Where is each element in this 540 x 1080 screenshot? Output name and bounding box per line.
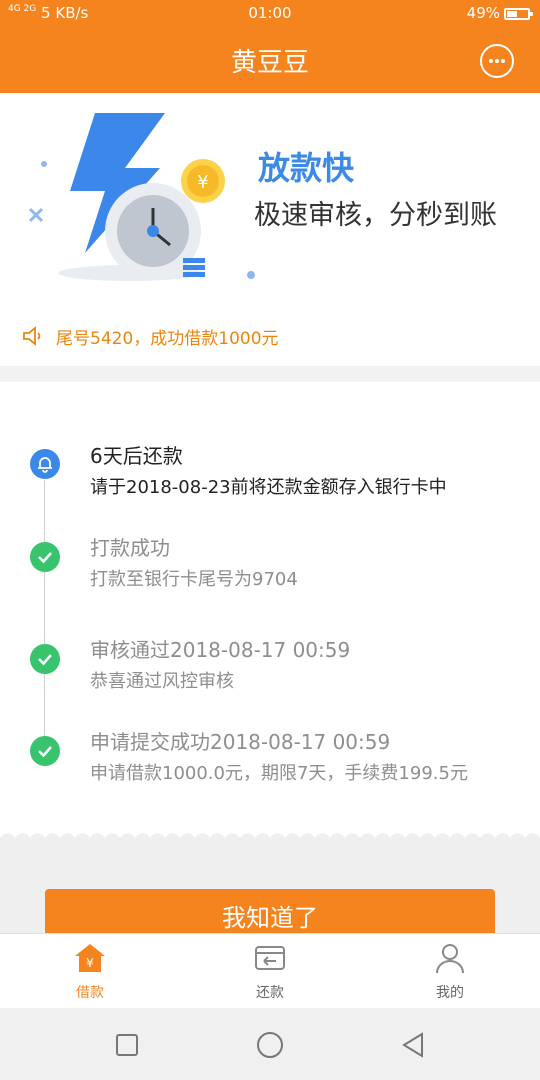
tab-label: 还款 [256, 985, 284, 1001]
check-icon [30, 542, 60, 572]
battery-percent: 49% [466, 4, 500, 22]
check-icon [30, 644, 60, 674]
battery-icon [504, 8, 533, 20]
timeline-desc: 打款至银行卡尾号为9704 [90, 569, 298, 590]
system-nav-bar [0, 1008, 540, 1080]
page-title: 黄豆豆 [230, 48, 309, 78]
user-icon [436, 944, 464, 974]
timeline-desc: 申请借款1000.0元，期限7天，手续费199.5元 [90, 763, 468, 784]
timeline-desc: 恭喜通过风控审核 [90, 671, 234, 692]
speaker-icon [23, 326, 41, 346]
home-icon[interactable] [255, 1030, 285, 1060]
notice-text: 尾号5420，成功借款1000元 [56, 329, 279, 349]
svg-text:¥: ¥ [197, 172, 208, 193]
timeline-title: 打款成功 [90, 536, 170, 560]
lightning-clock-illustration: ¥ [28, 113, 255, 281]
tab-borrow[interactable]: ¥ 借款 [0, 934, 180, 1009]
acknowledge-button[interactable]: 我知道了 [45, 889, 495, 939]
timeline-title: 6天后还款 [90, 444, 183, 468]
chat-bubble-icon[interactable] [480, 44, 514, 78]
card-return-icon [255, 946, 285, 970]
app-header: 黄豆豆 [0, 28, 540, 93]
banner-subline: 极速审核，分秒到账 [254, 200, 497, 231]
tab-label: 借款 [76, 985, 104, 1001]
clock: 01:00 [248, 4, 292, 22]
svg-text:¥: ¥ [86, 956, 94, 970]
tab-profile[interactable]: 我的 [360, 934, 540, 1009]
status-bar: 4G 2G 5 KB/s 01:00 49% [0, 0, 540, 28]
timeline-title: 申请提交成功2018-08-17 00:59 [90, 730, 391, 754]
loan-progress-timeline: 6天后还款 请于2018-08-23前将还款金额存入银行卡中 打款成功 打款至银… [0, 382, 540, 837]
tab-repay[interactable]: 还款 [180, 934, 360, 1009]
bottom-tab-bar: ¥ 借款 还款 我的 [0, 933, 540, 1008]
bell-icon [30, 449, 60, 479]
timeline-title: 审核通过2018-08-17 00:59 [90, 638, 351, 662]
timeline-connector [44, 482, 45, 754]
banner-headline: 放款快 [258, 149, 355, 187]
tab-label: 我的 [436, 985, 464, 1001]
check-icon [30, 736, 60, 766]
promo-banner: ¥ 放款快 极速审核，分秒到账 尾号5420，成功借款1000元 [0, 93, 540, 366]
timeline-desc: 请于2018-08-23前将还款金额存入银行卡中 [90, 477, 447, 498]
home-yen-icon: ¥ [75, 944, 105, 972]
back-icon[interactable] [398, 1030, 428, 1060]
recent-apps-icon[interactable] [112, 1030, 142, 1060]
